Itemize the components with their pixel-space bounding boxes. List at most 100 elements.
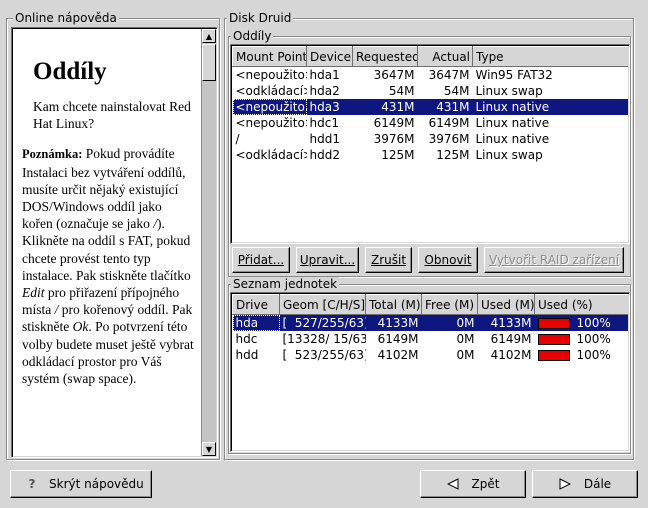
col-device[interactable]: Device xyxy=(306,46,353,67)
col-free[interactable]: Free (M) xyxy=(421,294,478,315)
drive-geom: [ 527/255/63] xyxy=(279,314,366,331)
hide-help-label: Skrýt nápovědu xyxy=(49,477,144,491)
drive-total: 6149M xyxy=(377,332,419,346)
partition-mount: <nepoužito> xyxy=(235,68,307,82)
drives-table-area: Drive Geom [C/H/S] Total (M) Free (M) Us… xyxy=(232,294,628,450)
partitions-title: Oddíly xyxy=(231,29,274,43)
partition-requested: 3647M xyxy=(373,68,415,82)
partition-row[interactable]: <nepoužito> hda1 3647M 3647M Win95 FAT32 xyxy=(233,67,629,84)
partition-mount: <nepoužito> xyxy=(232,99,307,115)
partition-requested: 54M xyxy=(388,84,415,98)
drive-geom: [13328/ 15/63] xyxy=(282,332,366,346)
partition-type: Linux native xyxy=(475,116,550,130)
partition-row[interactable]: <odkládací> hdd2 125M 125M Linux swap xyxy=(233,147,629,163)
drive-used: 6149M xyxy=(490,332,532,346)
drive-name: hdc xyxy=(235,332,258,346)
delete-partition-label: Zrušit xyxy=(370,253,407,267)
delete-partition-button[interactable]: Zrušit xyxy=(365,247,412,273)
usage-bar xyxy=(537,318,570,329)
partition-row[interactable]: / hdd1 3976M 3976M Linux native xyxy=(233,131,629,147)
back-arrow-icon xyxy=(446,478,459,490)
drive-total: 4102M xyxy=(377,348,419,362)
usage-bar xyxy=(537,350,570,361)
col-drive[interactable]: Drive xyxy=(232,294,280,315)
edit-partition-label: Upravit... xyxy=(299,253,356,267)
add-partition-label: Přidat... xyxy=(237,253,285,267)
partition-row[interactable]: <odkládací> hda2 54M 54M Linux swap xyxy=(233,83,629,99)
scroll-thumb[interactable] xyxy=(202,44,216,81)
partition-actual: 3976M xyxy=(428,132,470,146)
partition-requested: 125M xyxy=(381,148,415,162)
usage-pct-label: 100% xyxy=(576,348,611,362)
partition-device: hda2 xyxy=(309,84,340,98)
partition-row-selected[interactable]: <nepoužito> hda3 431M 431M Linux native xyxy=(232,99,628,115)
help-intro: Kam chcete nainstalovat Red Hat Linux? xyxy=(33,99,191,132)
scroll-up-icon[interactable]: ▲ xyxy=(202,29,216,43)
col-actual[interactable]: Actual xyxy=(417,46,473,67)
help-text-area[interactable]: Oddíly Kam chcete nainstalovat Red Hat L… xyxy=(13,29,201,456)
partition-actual: 6149M xyxy=(428,116,470,130)
partition-device: hdc1 xyxy=(309,116,339,130)
col-used[interactable]: Used (M) xyxy=(477,294,535,315)
drive-name: hdd xyxy=(235,348,259,362)
col-mount-point[interactable]: Mount Point xyxy=(232,46,307,67)
usage-pct-label: 100% xyxy=(576,332,611,346)
usage-pct-label: 100% xyxy=(576,316,611,330)
create-raid-button[interactable]: Vytvořit RAID zařízení xyxy=(484,247,624,273)
partition-actual: 125M xyxy=(436,148,470,162)
col-requested[interactable]: Requested xyxy=(352,46,418,67)
col-used-pct[interactable]: Used (%) xyxy=(534,294,628,315)
partition-type: Linux swap xyxy=(475,148,543,162)
scroll-down-icon[interactable]: ▼ xyxy=(202,442,216,456)
drive-used-pct: 100% xyxy=(535,331,629,347)
partition-actual: 54M xyxy=(443,84,470,98)
drive-row-selected[interactable]: hda [ 527/255/63] 4133M 0M 4133M 100% xyxy=(232,314,628,331)
col-type[interactable]: Type xyxy=(472,46,628,67)
col-total[interactable]: Total (M) xyxy=(365,294,422,315)
partition-device: hda3 xyxy=(306,99,353,115)
drive-free: 0M xyxy=(421,314,478,331)
help-heading: Oddíly xyxy=(33,58,107,85)
drives-table: Drive Geom [C/H/S] Total (M) Free (M) Us… xyxy=(232,294,628,363)
next-arrow-icon xyxy=(559,478,571,490)
help-question-icon: ? xyxy=(28,477,36,491)
partitions-table-area: Mount Point Device Requested Actual Type… xyxy=(232,46,628,242)
drive-used-pct: 100% xyxy=(534,314,628,331)
add-partition-button[interactable]: Přidat... xyxy=(232,247,290,273)
drive-row[interactable]: hdd [ 523/255/63] 4102M 0M 4102M 100% xyxy=(233,347,629,363)
drive-used-pct: 100% xyxy=(535,347,629,363)
partition-device: hda1 xyxy=(309,68,340,82)
help-note: Poznámka: Pokud provádíte Instalaci bez … xyxy=(22,145,194,387)
partition-mount: <nepoužito> xyxy=(235,116,307,130)
edit-partition-button[interactable]: Upravit... xyxy=(296,247,359,273)
reset-button[interactable]: Obnovit xyxy=(418,247,478,273)
drive-row[interactable]: hdc [13328/ 15/63] 6149M 0M 6149M 100% xyxy=(233,331,629,347)
hide-help-button[interactable]: ? Skrýt nápovědu xyxy=(10,470,152,498)
drive-geom: [ 523/255/63] xyxy=(282,348,366,362)
drive-used: 4102M xyxy=(490,348,532,362)
partitions-header-row: Mount Point Device Requested Actual Type xyxy=(232,46,628,67)
drives-title: Seznam jednotek xyxy=(231,277,340,291)
partition-type: Linux swap xyxy=(475,84,543,98)
partition-device: hdd1 xyxy=(309,132,340,146)
drive-free: 0M xyxy=(456,332,475,346)
usage-bar xyxy=(537,334,570,345)
partitions-table: Mount Point Device Requested Actual Type… xyxy=(232,46,628,163)
create-raid-label: Vytvořit RAID zařízení xyxy=(488,253,620,267)
disk-druid-title: Disk Druid xyxy=(227,11,294,25)
partition-actual: 3647M xyxy=(428,68,470,82)
next-button[interactable]: Dále xyxy=(532,470,638,498)
back-label: Zpět xyxy=(471,477,500,491)
partition-type: Linux native xyxy=(475,132,550,146)
drive-used: 4133M xyxy=(477,314,535,331)
col-geom[interactable]: Geom [C/H/S] xyxy=(279,294,366,315)
drives-header-row: Drive Geom [C/H/S] Total (M) Free (M) Us… xyxy=(232,294,628,315)
partition-mount: / xyxy=(235,132,240,146)
partition-actual: 431M xyxy=(417,99,473,115)
partition-row[interactable]: <nepoužito> hdc1 6149M 6149M Linux nativ… xyxy=(233,115,629,131)
drive-free: 0M xyxy=(456,348,475,362)
back-button[interactable]: Zpět xyxy=(420,470,526,498)
help-scrollbar[interactable]: ▲ ▼ xyxy=(201,29,216,456)
help-frame-title: Online nápověda xyxy=(13,11,119,25)
partition-device: hdd2 xyxy=(309,148,340,162)
